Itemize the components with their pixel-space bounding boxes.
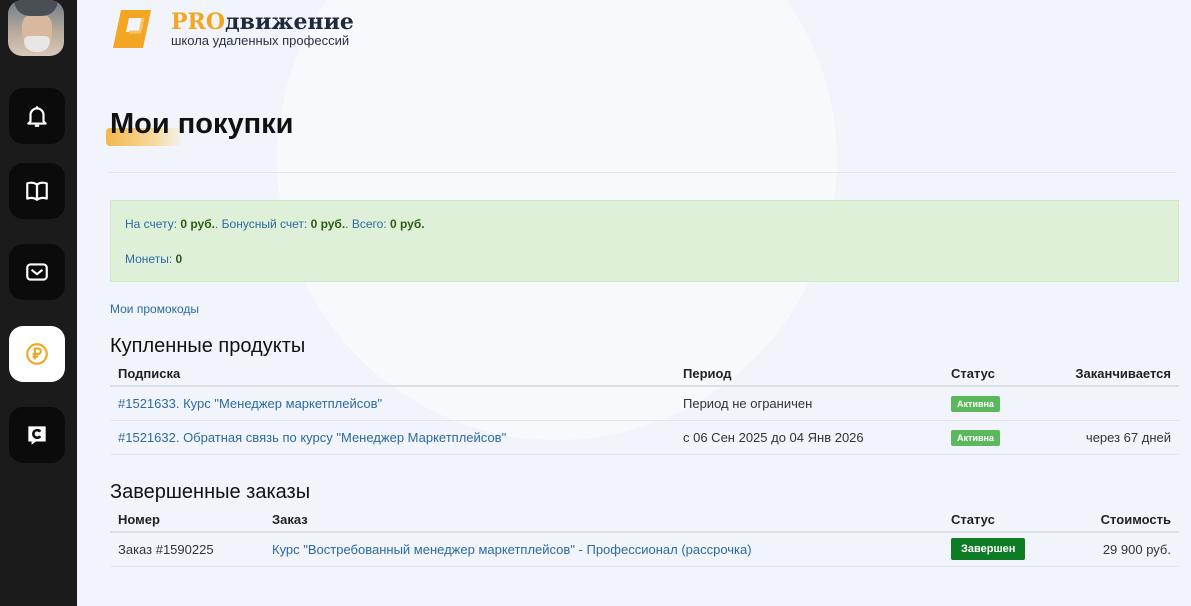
coins-label: Монеты: <box>125 252 173 266</box>
brand-subtitle: школа удаленных профессий <box>171 33 350 48</box>
brand-name: PROдвижение <box>171 10 354 34</box>
ends-cell: через 67 дней <box>1043 420 1179 455</box>
purchased-products-table: Подписка Период Статус Заканчивается #15… <box>110 362 1179 455</box>
sidebar-item-courses[interactable] <box>9 163 65 219</box>
table-row: #1521632. Обратная связь по курсу "Менед… <box>110 420 1179 455</box>
avatar-beard <box>24 36 50 52</box>
table-header-row: Номер Заказ Статус Стоимость <box>110 508 1179 533</box>
sidebar-item-purchases[interactable] <box>9 326 65 382</box>
mail-icon <box>26 263 48 281</box>
logo[interactable]: PROдвижение школа удаленных профессий <box>107 4 354 54</box>
balance-panel: На счету: 0 руб.. Бонусный счет: 0 руб..… <box>110 200 1179 282</box>
ruble-coin-icon <box>26 343 48 365</box>
subscription-link[interactable]: #1521633. Курс "Менеджер маркетплейсов" <box>118 396 382 411</box>
sidebar-item-notifications[interactable] <box>9 88 65 144</box>
status-badge: Активна <box>951 429 1000 446</box>
avatar-cap <box>14 0 58 16</box>
completed-orders-title: Завершенные заказы <box>110 481 311 503</box>
column-header: Заказ <box>264 508 943 533</box>
avatar[interactable] <box>8 0 64 56</box>
sidebar-item-chat[interactable] <box>9 407 65 463</box>
status-badge: Активна <box>951 395 1000 412</box>
divider <box>109 172 1177 173</box>
cost-cell: 29 900 руб. <box>1043 532 1179 567</box>
purchased-products-title: Купленные продукты <box>110 335 306 357</box>
sidebar-item-messages[interactable] <box>9 244 65 300</box>
completed-orders-table: Номер Заказ Статус Стоимость Заказ #1590… <box>110 508 1179 567</box>
bonus-label: . Бонусный счет: <box>214 217 308 231</box>
bonus-value: 0 руб. <box>310 217 346 231</box>
subscription-link[interactable]: #1521632. Обратная связь по курсу "Менед… <box>118 430 506 445</box>
status-badge: Завершен <box>951 538 1026 561</box>
sidebar <box>0 0 77 606</box>
table-row: #1521633. Курс "Менеджер маркетплейсов" … <box>110 386 1179 421</box>
book-icon <box>26 181 48 201</box>
chat-c-icon <box>28 426 46 445</box>
column-header: Подписка <box>110 362 675 387</box>
table-header-row: Подписка Период Статус Заканчивается <box>110 362 1179 387</box>
brand-name-rest: движение <box>225 9 354 35</box>
balance-line: На счету: 0 руб.. Бонусный счет: 0 руб..… <box>125 217 425 231</box>
account-label: На счету: <box>125 217 178 231</box>
column-header: Стоимость <box>1043 508 1179 533</box>
ends-cell <box>1043 386 1179 421</box>
table-row: Заказ #1590225 Курс "Востребованный мене… <box>110 532 1179 567</box>
column-header: Номер <box>110 508 264 533</box>
column-header: Период <box>675 362 943 387</box>
brand-pro: PRO <box>171 9 225 35</box>
period-cell: с 06 Сен 2025 до 04 Янв 2026 <box>675 420 943 455</box>
order-number-cell: Заказ #1590225 <box>110 532 264 567</box>
logo-mark-icon <box>107 4 163 54</box>
total-label: . Всего: <box>345 217 387 231</box>
column-header: Статус <box>943 362 1043 387</box>
column-header: Статус <box>943 508 1043 533</box>
coins-value: 0 <box>175 252 183 266</box>
promocodes-link[interactable]: Мои промокоды <box>110 302 199 316</box>
total-value: 0 руб. <box>389 217 425 231</box>
order-link[interactable]: Курс "Востребованный менеджер маркетплей… <box>272 542 752 557</box>
main-content: PROдвижение школа удаленных профессий Мо… <box>77 0 1191 606</box>
account-value: 0 руб. <box>180 217 215 231</box>
column-header: Заканчивается <box>1043 362 1179 387</box>
period-cell: Период не ограничен <box>675 386 943 421</box>
page-title: Мои покупки <box>110 108 294 140</box>
coins-line: Монеты: 0 <box>125 252 182 266</box>
bell-icon <box>27 106 47 127</box>
